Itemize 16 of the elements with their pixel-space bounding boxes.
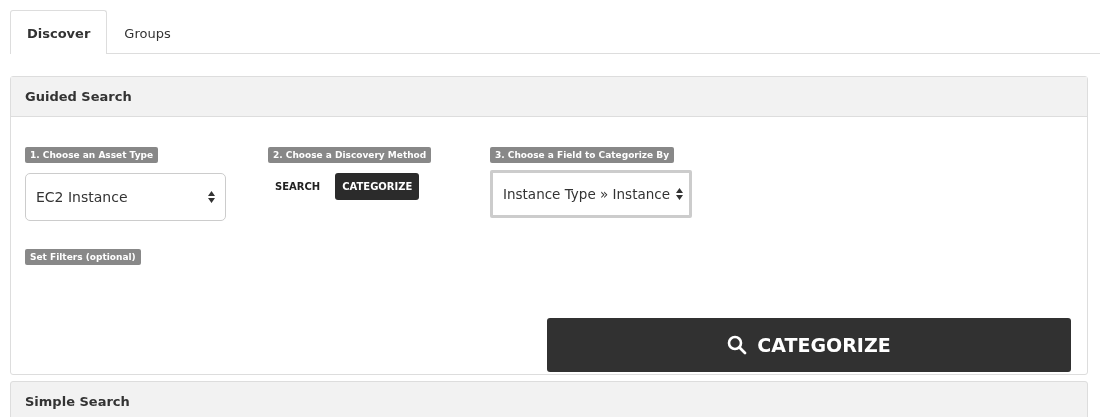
method-toggle[interactable]: SEARCH <box>268 173 328 200</box>
panel-title: Guided Search <box>25 89 132 104</box>
panel-title: Simple Search <box>25 393 130 409</box>
tab[interactable]: Groups <box>107 10 188 54</box>
asset-type-select[interactable]: EC2 Instance <box>25 173 226 221</box>
search-icon <box>727 335 748 355</box>
field-select[interactable]: Instance Type » Instance <box>490 170 692 218</box>
step-label: 3. Choose a Field to Categorize By <box>490 147 675 163</box>
filters-label: Set Filters (optional) <box>25 249 141 265</box>
updown-icon <box>676 188 683 200</box>
updown-icon <box>208 191 215 203</box>
method-toggle[interactable]: CATEGORIZE <box>335 173 420 200</box>
step-label: 1. Choose an Asset Type <box>25 147 159 163</box>
tab[interactable]: Discover <box>10 10 108 54</box>
step-label: 2. Choose a Discovery Method <box>268 147 432 163</box>
categorize-button[interactable]: CATEGORIZE <box>547 318 1071 372</box>
